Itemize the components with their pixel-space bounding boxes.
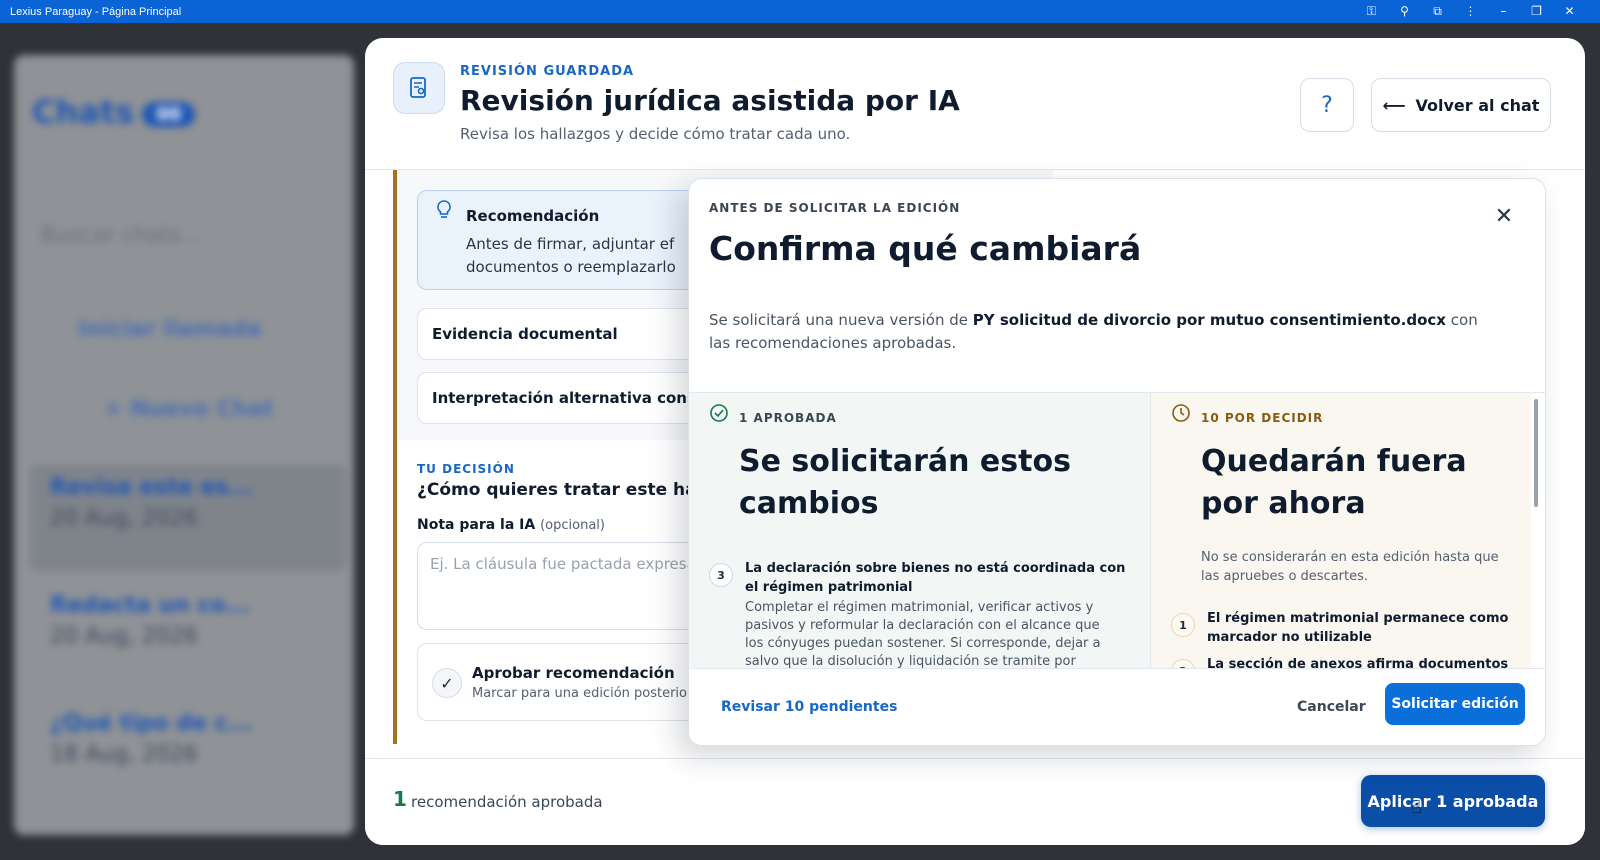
new-chat-button: + Nuevo Chat: [104, 397, 274, 422]
cancel-button[interactable]: Cancelar: [1297, 699, 1366, 715]
help-icon: ?: [1321, 92, 1333, 118]
check-circle-icon: [709, 403, 729, 427]
background-sidebar: Chats 00 Buscar chats... Iniciar llamada …: [14, 55, 354, 835]
item-title: La sección de anexos afirma documentos: [1207, 657, 1509, 669]
start-call-button: Iniciar llamada: [78, 317, 262, 342]
header-kicker: REVISIÓN GUARDADA: [460, 64, 635, 79]
more-icon[interactable]: ⋮: [1454, 4, 1487, 19]
item-number: 3: [709, 563, 733, 587]
dialog-description: Se solicitará una nueva versión de PY so…: [709, 311, 1478, 352]
apply-approved-button[interactable]: Aplicar 1 aprobada: [1361, 775, 1545, 827]
pending-note: No se considerarán en esta edición hasta…: [1201, 550, 1499, 584]
approved-kicker: 1 APROBADA: [739, 411, 837, 425]
close-window-icon[interactable]: ✕: [1553, 4, 1586, 19]
minimize-icon[interactable]: –: [1487, 4, 1520, 19]
zoom-icon[interactable]: ⚲: [1388, 4, 1421, 19]
page-subtitle: Revisa los hallazgos y decide cómo trata…: [460, 125, 851, 143]
chat-item: ¿Qué tipo de c... 18 Aug, 2026: [50, 711, 253, 767]
changes-columns: 1 APROBADA Se solicitarán estos cambios …: [689, 392, 1545, 669]
document-filename: PY solicitud de divorcio por mutuo conse…: [972, 311, 1446, 329]
dialog-kicker: ANTES DE SOLICITAR LA EDICIÓN: [709, 201, 961, 215]
panel-header: REVISIÓN GUARDADA Revisión jurídica asis…: [365, 38, 1585, 170]
approved-column: 1 APROBADA Se solicitarán estos cambios …: [689, 393, 1151, 669]
pending-column: 10 POR DECIDIR Quedarán fuera por ahora …: [1151, 393, 1531, 669]
chat-item: Revisa este es... 20 Aug, 2026: [50, 475, 254, 531]
extensions-icon[interactable]: ⧉: [1421, 4, 1454, 19]
item-title: El régimen matrimonial permanece como ma…: [1207, 611, 1509, 645]
recommendation-title: Recomendación: [466, 207, 600, 225]
window-titlebar: Lexius Paraguay - Página Principal ⚿ ⚲ ⧉…: [0, 0, 1600, 23]
pending-kicker: 10 POR DECIDIR: [1201, 411, 1324, 425]
item-body: Completar el régimen matrimonial, verifi…: [745, 600, 1101, 669]
lightbulb-icon: [436, 199, 452, 225]
document-review-icon: [393, 62, 445, 114]
approve-title: Aprobar recomendación: [472, 664, 675, 682]
page-title: Revisión jurídica asistida por IA: [460, 84, 960, 117]
approve-subtitle: Marcar para una edición posterior: [472, 686, 693, 701]
confirm-edit-dialog: ANTES DE SOLICITAR LA EDICIÓN Confirma q…: [688, 178, 1546, 746]
dialog-title: Confirma qué cambiará: [709, 229, 1142, 268]
item-title: La declaración sobre bienes no está coor…: [745, 561, 1126, 595]
restore-icon[interactable]: ❐: [1520, 4, 1553, 19]
dialog-footer: Revisar 10 pendientes Cancelar Solicitar…: [689, 668, 1545, 745]
decision-kicker: TU DECISIÓN: [417, 462, 515, 476]
close-dialog-button[interactable]: ✕: [1491, 203, 1517, 229]
decision-question: ¿Cómo quieres tratar este halla: [417, 480, 720, 500]
window-title: Lexius Paraguay - Página Principal: [10, 5, 182, 18]
chat-item: Redacta un co... 20 Aug, 2026: [50, 593, 251, 649]
checkmark-icon: ✓: [432, 668, 462, 698]
hand-cursor-icon: ☝: [1411, 797, 1422, 818]
chat-search: Buscar chats...: [40, 223, 203, 248]
back-to-chat-label: Volver al chat: [1415, 95, 1540, 115]
sidebar-title: Chats 00: [32, 93, 196, 131]
back-to-chat-button[interactable]: ⟵ Volver al chat: [1371, 78, 1551, 132]
pending-heading: Quedarán fuera por ahora: [1201, 444, 1467, 521]
titlebar-controls: ⚿ ⚲ ⧉ ⋮ – ❐ ✕: [1355, 4, 1586, 19]
close-icon: ✕: [1494, 203, 1514, 229]
review-pending-link[interactable]: Revisar 10 pendientes: [721, 699, 897, 715]
panel-footer: 1 recomendación aprobada Aplicar 1 aprob…: [365, 758, 1585, 845]
approved-count: 1: [393, 787, 407, 811]
clock-icon: [1171, 403, 1191, 427]
key-icon[interactable]: ⚿: [1355, 4, 1388, 19]
note-label: Nota para la IA (opcional): [417, 517, 605, 533]
approved-count-label: recomendación aprobada: [411, 793, 603, 811]
approved-heading: Se solicitarán estos cambios: [739, 444, 1071, 521]
request-edit-button[interactable]: Solicitar edición: [1385, 683, 1525, 725]
columns-scrollbar[interactable]: [1534, 399, 1538, 507]
recommendation-text: Antes de firmar, adjuntar ef documentos o…: [466, 235, 676, 276]
help-button[interactable]: ?: [1300, 78, 1354, 132]
arrow-left-icon: ⟵: [1382, 95, 1406, 115]
sidebar-badge: 00: [142, 101, 196, 127]
item-number: 1: [1171, 613, 1195, 637]
